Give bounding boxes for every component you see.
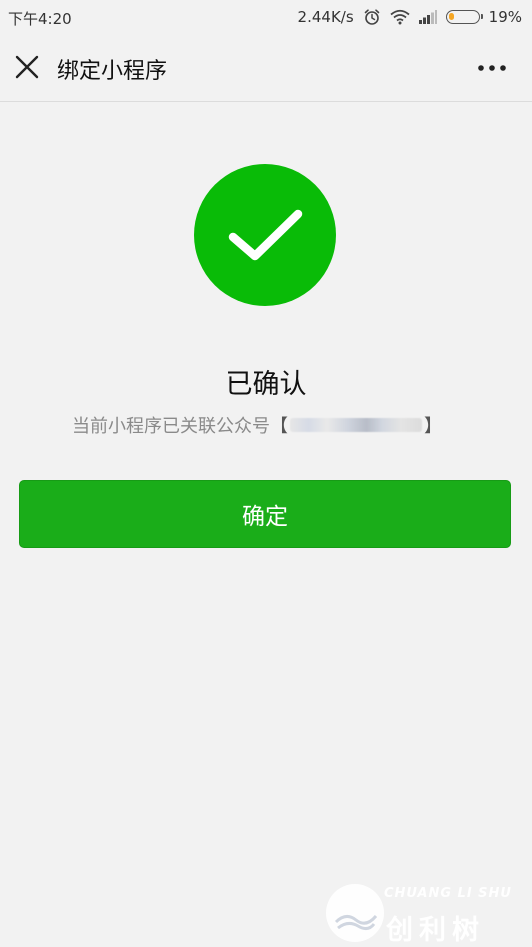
battery-percent: 19% xyxy=(488,8,522,26)
description-text: 当前小程序已关联公众号 xyxy=(72,416,270,437)
nav-bar: 绑定小程序 xyxy=(0,34,532,102)
more-button[interactable] xyxy=(470,52,514,84)
page-title: 绑定小程序 xyxy=(57,59,168,84)
bracket-open: 【 xyxy=(270,416,288,437)
close-button[interactable] xyxy=(6,46,48,88)
masked-account-name xyxy=(290,418,422,432)
battery-icon xyxy=(445,10,483,24)
watermark-emblem xyxy=(326,884,384,942)
result-title: 已确认 xyxy=(225,369,307,400)
result-description: 当前小程序已关联公众号 【 】 xyxy=(72,412,442,438)
close-icon xyxy=(15,55,39,79)
watermark-text-cn: 创利树 xyxy=(386,915,485,946)
watermark-logo: CHUANG LI SHU 创利树 xyxy=(322,878,528,946)
watermark-text-en: CHUANG LI SHU xyxy=(384,886,512,901)
battery-level xyxy=(448,13,454,20)
confirm-button[interactable]: 确定 xyxy=(19,480,511,548)
status-bar: 下午4:20 2.44K/s 19% xyxy=(0,0,532,34)
checkmark-icon xyxy=(228,209,303,261)
status-indicators: 2.44K/s 19% xyxy=(298,6,522,28)
success-badge xyxy=(194,164,336,306)
wifi-icon xyxy=(390,9,410,25)
alarm-icon xyxy=(363,8,381,26)
more-icon xyxy=(478,65,506,71)
signal-icon xyxy=(418,10,437,24)
bracket-close: 】 xyxy=(424,416,442,437)
battery-tip xyxy=(480,14,483,19)
status-time: 下午4:20 xyxy=(8,10,72,28)
network-speed: 2.44K/s xyxy=(297,8,354,26)
